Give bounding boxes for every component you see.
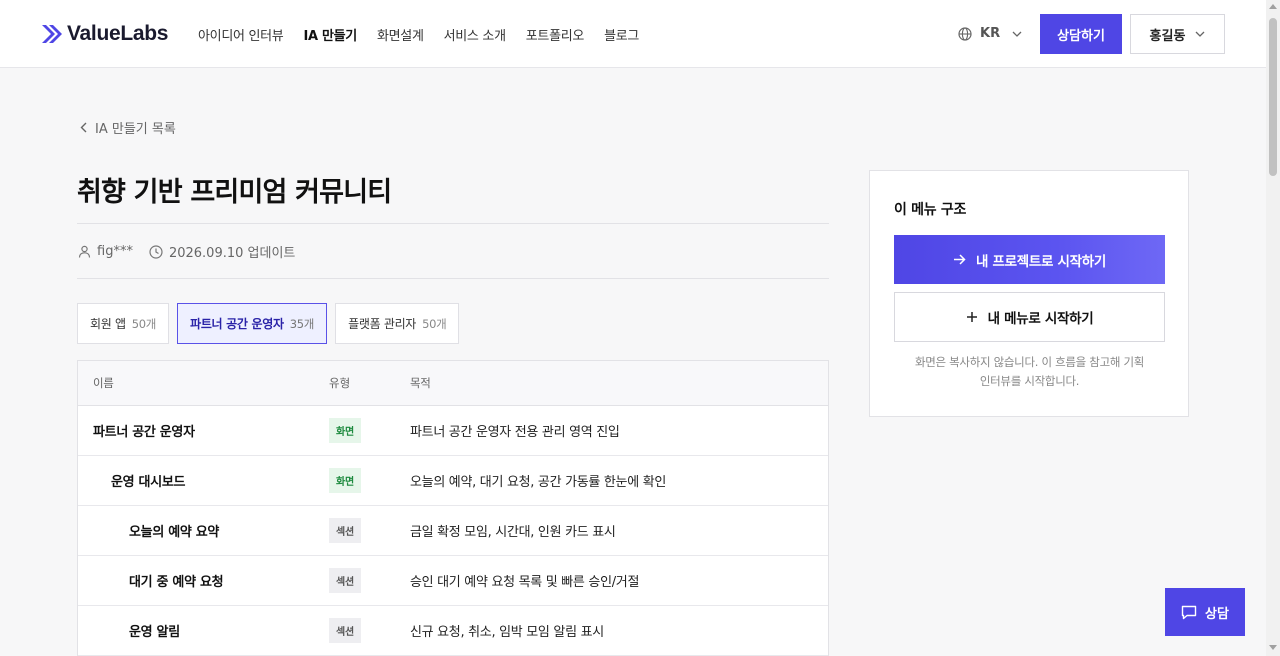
card-note: 화면은 복사하지 않습니다. 이 흐름을 참고해 기획 인터뷰를 시작합니다. [894, 353, 1165, 391]
row-name: 운영 알림 [129, 625, 180, 640]
page-title: 취향 기반 프리미엄 커뮤니티 [77, 177, 392, 208]
nav-item-blog[interactable]: 블로그 [604, 25, 639, 44]
consult-button[interactable]: 상담하기 [1040, 14, 1122, 54]
tab-label: 플랫폼 관리자 [348, 317, 417, 331]
scroll-up-arrow-icon[interactable] [1269, 4, 1277, 9]
clock-icon [149, 244, 163, 259]
row-name: 파트너 공간 운영자 [93, 425, 195, 440]
column-header-purpose: 목적 [410, 376, 431, 390]
row-name: 오늘의 예약 요약 [129, 525, 220, 540]
back-link[interactable]: IA 만들기 목록 [80, 118, 176, 137]
arrow-right-icon [954, 254, 966, 265]
table-header: 이름 유형 목적 [78, 361, 828, 406]
row-purpose: 승인 대기 예약 요청 목록 및 빠른 승인/거절 [410, 575, 640, 590]
nav-item-service-intro[interactable]: 서비스 소개 [444, 25, 506, 44]
role-tabs: 회원 앱 50개 파트너 공간 운영자 35개 플랫폼 관리자 50개 [77, 303, 460, 344]
page-meta: fig*** 2026.09.10 업데이트 [78, 242, 295, 261]
main-nav: 아이디어 인터뷰 IA 만들기 화면설계 서비스 소개 포트폴리오 블로그 [198, 25, 639, 44]
row-type-cell: 화면 [314, 468, 394, 493]
plus-icon [966, 312, 977, 322]
chevron-down-icon [1195, 31, 1205, 37]
tab-count: 50개 [131, 316, 157, 331]
chat-bubble-icon [1181, 605, 1197, 619]
type-badge: 화면 [329, 418, 361, 443]
nav-item-portfolio[interactable]: 포트폴리오 [526, 25, 585, 44]
scroll-down-arrow-icon[interactable] [1269, 645, 1277, 650]
top-header: ValueLabs 아이디어 인터뷰 IA 만들기 화면설계 서비스 소개 포트… [0, 0, 1280, 68]
row-name: 대기 중 예약 요청 [129, 575, 224, 590]
card-note-line: 화면은 복사하지 않습니다. 이 흐름을 참고해 기획 [914, 355, 1145, 369]
scrollbar-thumb[interactable] [1269, 18, 1277, 176]
divider [77, 223, 829, 224]
logo[interactable]: ValueLabs [41, 22, 168, 46]
logo-icon [42, 25, 62, 43]
back-link-label: IA 만들기 목록 [95, 122, 176, 137]
language-selector[interactable]: KR [958, 26, 1022, 41]
tab-label: 회원 앱 [90, 317, 126, 331]
author-name: fig*** [97, 244, 133, 259]
menu-structure-card: 이 메뉴 구조 내 프로젝트로 시작하기 내 메뉴로 시작하기 화면은 복사하지… [869, 170, 1189, 417]
globe-icon [958, 26, 972, 41]
tab-member-app[interactable]: 회원 앱 50개 [77, 303, 170, 344]
tab-partner-operator[interactable]: 파트너 공간 운영자 35개 [177, 303, 328, 344]
nav-item-ia[interactable]: IA 만들기 [303, 25, 357, 44]
start-with-project-label: 내 프로젝트로 시작하기 [976, 253, 1106, 270]
row-purpose: 금일 확정 모임, 시간대, 인원 카드 표시 [410, 525, 616, 540]
tab-platform-admin[interactable]: 플랫폼 관리자 50개 [335, 303, 460, 344]
nav-item-idea-interview[interactable]: 아이디어 인터뷰 [198, 25, 284, 44]
chat-label: 상담 [1205, 606, 1229, 622]
chevron-down-icon [1012, 31, 1022, 37]
table-row[interactable]: 대기 중 예약 요청 섹션 승인 대기 예약 요청 목록 및 빠른 승인/거절 [78, 556, 828, 606]
row-purpose: 오늘의 예약, 대기 요청, 공간 가동률 한눈에 확인 [410, 475, 667, 490]
column-header-type: 유형 [329, 376, 351, 390]
user-name: 홍길동 [1149, 28, 1186, 44]
row-type-cell: 섹션 [314, 518, 394, 543]
start-with-menu-button[interactable]: 내 메뉴로 시작하기 [894, 292, 1165, 342]
user-menu[interactable]: 홍길동 [1130, 14, 1225, 54]
nav-item-screen-design[interactable]: 화면설계 [377, 25, 424, 44]
updated-date: 2026.09.10 업데이트 [168, 246, 296, 261]
floating-chat-button[interactable]: 상담 [1165, 588, 1245, 636]
row-type-cell: 섹션 [314, 568, 394, 593]
ia-table: 이름 유형 목적 파트너 공간 운영자 화면 파트너 공간 운영자 전용 관리 … [77, 360, 829, 656]
user-icon [78, 245, 91, 258]
table-row[interactable]: 오늘의 예약 요약 섹션 금일 확정 모임, 시간대, 인원 카드 표시 [78, 506, 828, 556]
tab-count: 35개 [289, 316, 315, 331]
row-type-cell: 섹션 [314, 618, 394, 643]
row-type-cell: 화면 [314, 418, 394, 443]
language-label: KR [980, 26, 1001, 41]
table-row[interactable]: 운영 대시보드 화면 오늘의 예약, 대기 요청, 공간 가동률 한눈에 확인 [78, 456, 828, 506]
chevron-left-icon [80, 122, 87, 133]
start-with-project-button[interactable]: 내 프로젝트로 시작하기 [894, 235, 1165, 284]
column-header-name: 이름 [93, 376, 114, 390]
updated-meta: 2026.09.10 업데이트 [149, 242, 295, 261]
type-badge: 섹션 [329, 618, 361, 643]
table-row[interactable]: 파트너 공간 운영자 화면 파트너 공간 운영자 전용 관리 영역 진입 [78, 406, 828, 456]
type-badge: 섹션 [329, 568, 361, 593]
table-row[interactable]: 운영 알림 섹션 신규 요청, 취소, 임박 모임 알림 표시 [78, 606, 828, 656]
card-note-line: 인터뷰를 시작합니다. [979, 374, 1080, 388]
author-meta: fig*** [78, 244, 133, 259]
type-badge: 화면 [329, 468, 361, 493]
tab-label: 파트너 공간 운영자 [190, 317, 284, 331]
divider [77, 278, 829, 279]
start-with-menu-label: 내 메뉴로 시작하기 [987, 311, 1094, 327]
row-purpose: 파트너 공간 운영자 전용 관리 영역 진입 [410, 425, 620, 440]
type-badge: 섹션 [329, 518, 361, 543]
row-purpose: 신규 요청, 취소, 임박 모임 알림 표시 [410, 625, 604, 640]
tab-count: 50개 [422, 316, 447, 331]
card-title: 이 메뉴 구조 [894, 202, 967, 218]
row-name: 운영 대시보드 [111, 475, 186, 490]
logo-text: ValueLabs [67, 22, 169, 45]
